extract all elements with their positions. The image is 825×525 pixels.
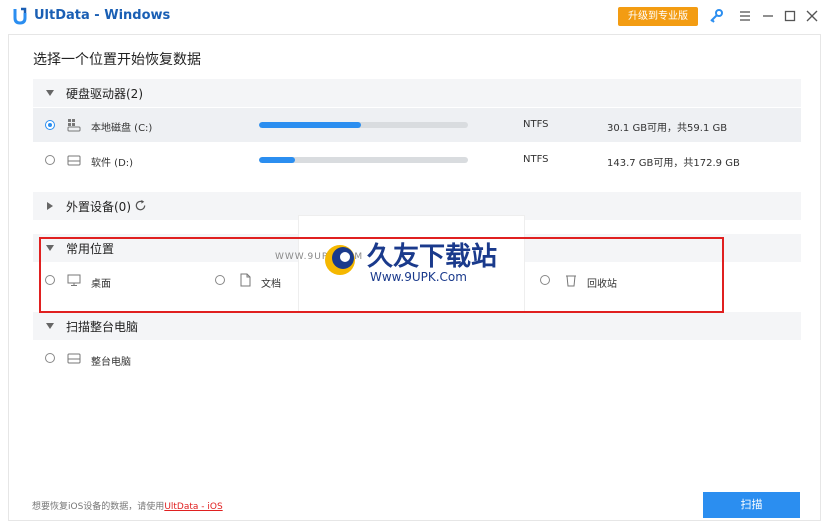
hard-drive-icon bbox=[67, 351, 81, 365]
whole-computer-label: 整台电脑 bbox=[91, 357, 131, 368]
scan-all-row[interactable]: 整台电脑 bbox=[33, 341, 801, 375]
footer-hint-text: 想要恢复iOS设备的数据，请使用 bbox=[32, 502, 165, 512]
title-bar: UltData - Windows 升级到专业版 bbox=[0, 0, 825, 32]
close-icon[interactable] bbox=[802, 6, 822, 26]
section-header-hard-drives[interactable]: 硬盘驱动器(2) bbox=[33, 79, 801, 107]
key-icon[interactable] bbox=[706, 6, 726, 26]
collapse-triangle-icon bbox=[46, 90, 54, 96]
section-label: 硬盘驱动器(2) bbox=[66, 87, 143, 101]
drive-row-d[interactable]: 软件 (D:) NTFS 143.7 GB可用，共172.9 GB bbox=[33, 143, 801, 177]
drive-usage-bar bbox=[259, 122, 468, 128]
page-heading: 选择一个位置开始恢复数据 bbox=[33, 52, 201, 68]
section-label: 外置设备(0) bbox=[66, 200, 131, 214]
scan-button[interactable]: 扫描 bbox=[703, 492, 800, 518]
minimize-icon[interactable] bbox=[758, 6, 778, 26]
section-label: 扫描整台电脑 bbox=[66, 320, 139, 334]
upgrade-button[interactable]: 升级到专业版 bbox=[618, 7, 698, 26]
drive-name: 软件 (D:) bbox=[91, 158, 134, 169]
drive-radio[interactable] bbox=[45, 155, 55, 165]
drive-name: 本地磁盘 (C:) bbox=[91, 123, 153, 134]
usage-fill bbox=[259, 157, 295, 163]
highlight-frame bbox=[39, 237, 724, 313]
windows-drive-icon bbox=[67, 118, 81, 132]
section-header-scan-all[interactable]: 扫描整台电脑 bbox=[33, 312, 801, 340]
drive-radio[interactable] bbox=[45, 120, 55, 130]
drive-filesystem: NTFS bbox=[523, 119, 549, 130]
maximize-icon[interactable] bbox=[780, 6, 800, 26]
whole-computer-radio[interactable] bbox=[45, 353, 55, 363]
ultdata-logo-icon bbox=[12, 7, 28, 25]
drive-capacity: 143.7 GB可用，共172.9 GB bbox=[607, 158, 740, 169]
app-title: UltData - Windows bbox=[34, 8, 171, 23]
menu-icon[interactable] bbox=[735, 6, 755, 26]
expand-triangle-icon bbox=[47, 202, 53, 210]
drive-row-c[interactable]: 本地磁盘 (C:) NTFS 30.1 GB可用，共59.1 GB bbox=[33, 108, 801, 142]
drive-usage-bar bbox=[259, 157, 468, 163]
collapse-triangle-icon bbox=[46, 323, 54, 329]
ultdata-ios-link[interactable]: UltData - iOS bbox=[164, 502, 222, 512]
footer-hint: 想要恢复iOS设备的数据，请使用UltData - iOS bbox=[32, 499, 223, 512]
usage-fill bbox=[259, 122, 362, 128]
drive-capacity: 30.1 GB可用，共59.1 GB bbox=[607, 123, 728, 134]
hard-drive-icon bbox=[67, 153, 81, 167]
refresh-icon[interactable] bbox=[134, 199, 147, 212]
drive-filesystem: NTFS bbox=[523, 154, 549, 165]
